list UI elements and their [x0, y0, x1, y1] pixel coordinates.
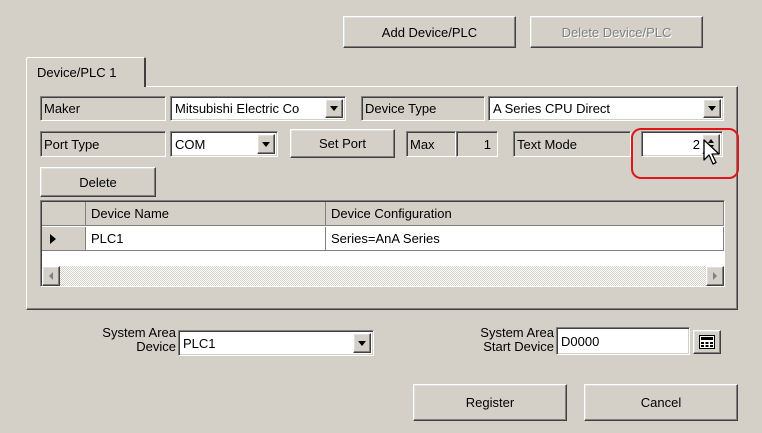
keypad-button[interactable]	[693, 330, 721, 354]
chevron-down-icon	[262, 141, 270, 147]
add-device-plc-button[interactable]: Add Device/PLC	[343, 16, 516, 48]
device-grid: Device Name Device Configuration PLC1 Se…	[40, 200, 725, 287]
set-port-button[interactable]: Set Port	[290, 129, 395, 158]
dialog-window: Add Device/PLC Delete Device/PLC Device/…	[0, 0, 762, 433]
mouse-cursor-icon	[703, 139, 720, 165]
system-area-start-device-value: D0000	[561, 333, 600, 349]
maker-dropdown-button[interactable]	[325, 99, 343, 118]
column-header-device-configuration[interactable]: Device Configuration	[326, 202, 724, 226]
system-area-device-select[interactable]: PLC1	[178, 330, 374, 356]
system-area-device-value: PLC1	[183, 335, 216, 351]
maker-value: Mitsubishi Electric Co	[175, 101, 300, 116]
scroll-left-button[interactable]	[42, 266, 60, 286]
row-selector-header	[42, 202, 86, 226]
system-area-start-device-label: System Area Start Device	[440, 326, 554, 354]
register-button[interactable]: Register	[413, 384, 567, 421]
cancel-button[interactable]: Cancel	[584, 384, 738, 421]
system-area-device-label: System Area Device	[60, 326, 176, 354]
table-row[interactable]: PLC1 Series=AnA Series	[42, 227, 724, 251]
text-mode-label: Text Mode	[513, 131, 631, 157]
chevron-down-icon	[330, 106, 338, 111]
port-type-select[interactable]: COM	[170, 131, 278, 157]
cell-device-configuration[interactable]: Series=AnA Series	[326, 227, 724, 251]
row-selector[interactable]	[42, 227, 86, 251]
device-type-value: A Series CPU Direct	[493, 101, 611, 116]
device-type-select[interactable]: A Series CPU Direct	[488, 96, 724, 121]
delete-button[interactable]: Delete	[40, 167, 156, 197]
tab-device-plc-1[interactable]: Device/PLC 1	[26, 57, 146, 87]
device-type-label: Device Type	[361, 96, 485, 121]
chevron-down-icon	[708, 106, 716, 111]
maker-label: Maker	[40, 96, 166, 121]
scroll-right-button[interactable]	[706, 266, 724, 286]
device-type-dropdown-button[interactable]	[703, 99, 721, 118]
cell-device-name[interactable]: PLC1	[86, 227, 326, 251]
grid-header: Device Name Device Configuration	[42, 202, 724, 226]
tab-label: Device/PLC 1	[37, 65, 117, 80]
system-area-device-dropdown-button[interactable]	[353, 333, 371, 353]
system-area-start-label-line2: Start Device	[483, 339, 554, 354]
column-header-device-name[interactable]: Device Name	[86, 202, 326, 226]
maker-select[interactable]: Mitsubishi Electric Co	[170, 96, 346, 121]
system-area-start-device-input[interactable]: D0000	[556, 327, 690, 355]
delete-device-plc-button[interactable]: Delete Device/PLC	[530, 16, 703, 48]
system-area-device-label-line1: System Area	[102, 325, 176, 340]
system-area-start-label-line1: System Area	[480, 325, 554, 340]
keypad-icon	[699, 335, 715, 349]
port-type-label: Port Type	[40, 131, 166, 157]
port-type-dropdown-button[interactable]	[257, 134, 275, 154]
horizontal-scrollbar[interactable]	[42, 266, 724, 286]
system-area-device-label-line2: Device	[136, 339, 176, 354]
max-label: Max	[406, 131, 456, 157]
chevron-left-icon	[49, 272, 53, 280]
chevron-down-icon	[358, 340, 366, 346]
max-value: 1	[456, 131, 498, 157]
current-row-icon	[50, 233, 56, 244]
chevron-right-icon	[713, 272, 717, 280]
